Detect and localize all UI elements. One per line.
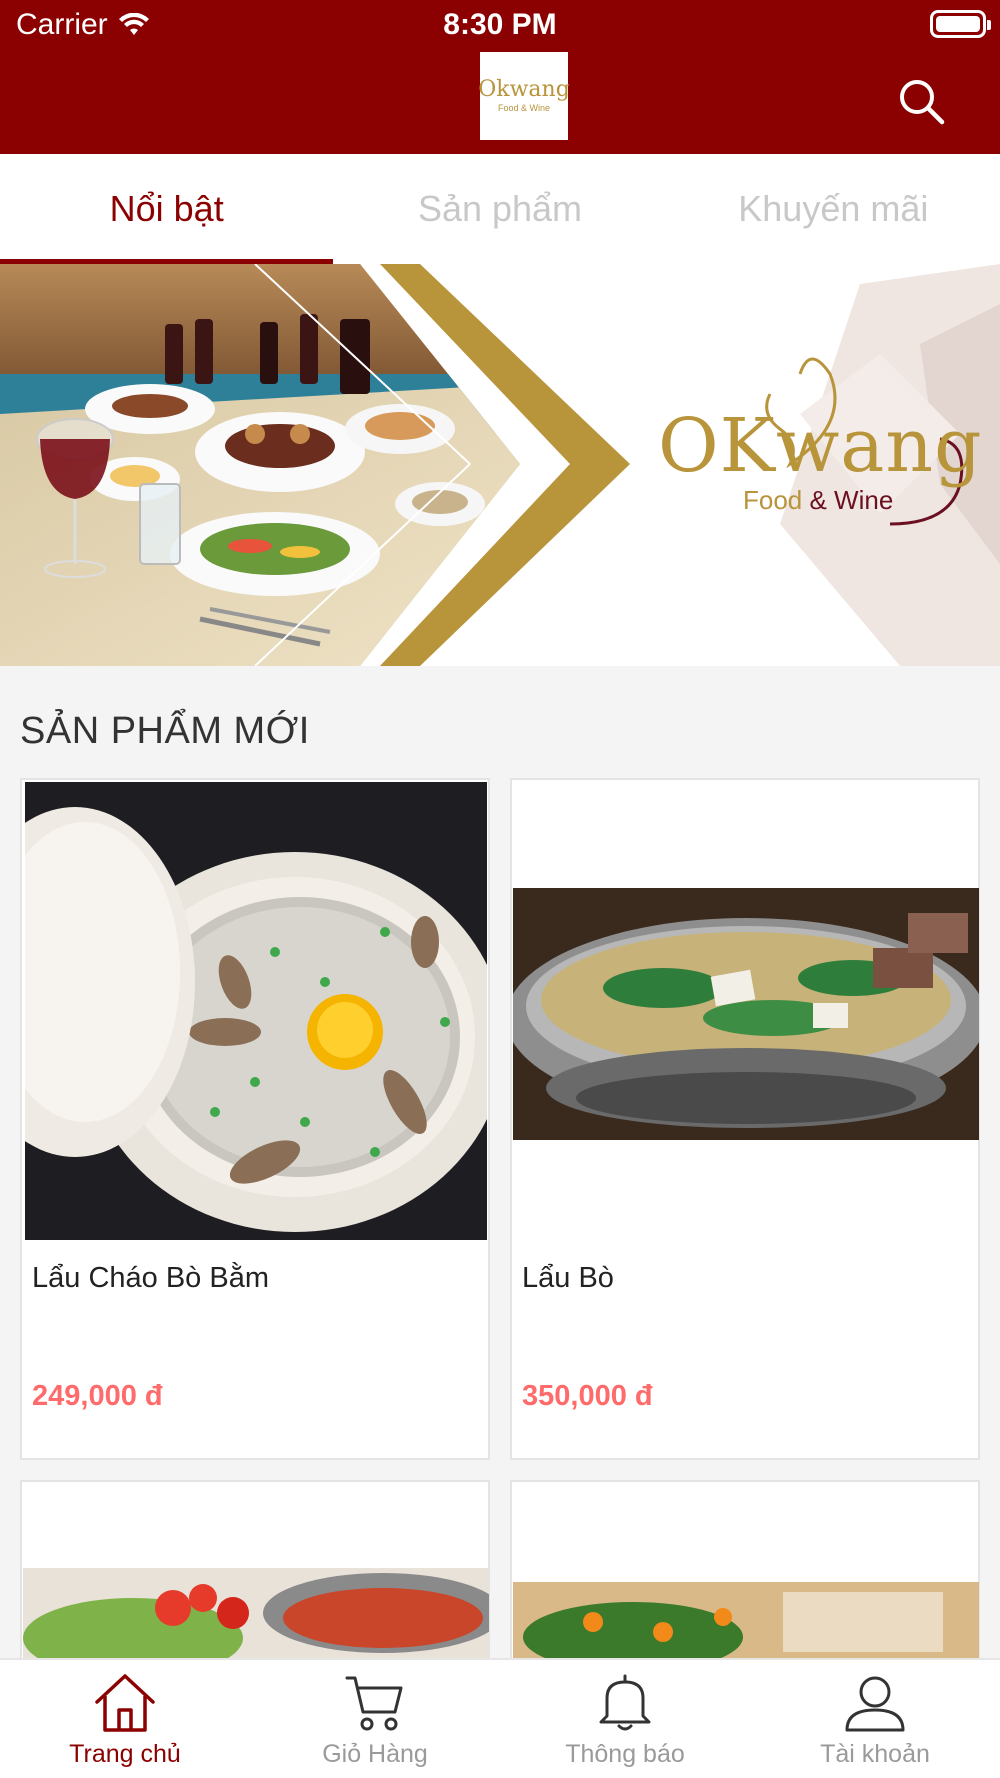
tab-khuyen-mai[interactable]: Khuyến mãi	[667, 154, 1000, 264]
app-header: Carrier 8:30 PM Okwang Food & Wine	[0, 0, 1000, 154]
nav-notifications-label: Thông báo	[565, 1740, 685, 1768]
product-image	[513, 1582, 979, 1662]
product-image	[513, 888, 979, 1140]
battery-icon	[930, 10, 991, 38]
nav-cart[interactable]: Giỏ Hàng	[250, 1660, 500, 1778]
product-card[interactable]: Lẩu Cháo Bò Bằm 249,000 đ	[20, 778, 490, 1460]
product-image	[23, 1568, 489, 1668]
product-price: 350,000 đ	[522, 1380, 653, 1412]
promo-banner[interactable]: OKwang Food & Wine	[0, 264, 1000, 666]
nav-notifications[interactable]: Thông báo	[500, 1660, 750, 1778]
logo-subtext: Food & Wine	[497, 103, 551, 113]
search-icon	[900, 80, 945, 125]
tab-san-pham[interactable]: Sản phẩm	[333, 154, 666, 264]
nav-home[interactable]: Trang chủ	[0, 1660, 250, 1778]
bottom-nav: Trang chủ Giỏ Hàng Thông báo Tài khoản	[0, 1658, 1000, 1778]
search-button[interactable]	[896, 76, 948, 128]
product-card[interactable]: Lẩu Bò 350,000 đ	[510, 778, 980, 1460]
nav-account-label: Tài khoản	[820, 1740, 930, 1768]
section-title: SẢN PHẨM MỚI	[20, 710, 310, 752]
banner-logo: OKwang Food & Wine	[658, 403, 983, 516]
product-name: Lẩu Cháo Bò Bằm	[32, 1262, 269, 1294]
tab-noi-bat[interactable]: Nổi bật	[0, 154, 334, 264]
status-time: 8:30 PM	[443, 8, 557, 41]
app-logo: Okwang Food & Wine	[478, 52, 570, 140]
nav-home-label: Trang chủ	[69, 1740, 181, 1768]
bell-icon	[599, 1674, 651, 1731]
banner-logo-wine: & Wine	[802, 485, 894, 515]
banner-logo-sub: Food & Wine	[743, 485, 978, 516]
home-icon	[95, 1674, 155, 1732]
top-tabs: Nổi bật Sản phẩm Khuyến mãi	[0, 154, 1000, 264]
banner-logo-food: Food	[743, 485, 803, 515]
nav-cart-label: Giỏ Hàng	[322, 1740, 428, 1768]
logo-text: Okwang	[478, 77, 570, 102]
product-name: Lẩu Bò	[522, 1262, 614, 1294]
banner-logo-text: OKwang	[658, 403, 983, 489]
cart-icon	[345, 1676, 403, 1731]
product-price: 249,000 đ	[32, 1380, 163, 1412]
user-icon	[845, 1676, 905, 1732]
nav-account[interactable]: Tài khoản	[750, 1660, 1000, 1778]
product-image	[25, 782, 487, 1240]
